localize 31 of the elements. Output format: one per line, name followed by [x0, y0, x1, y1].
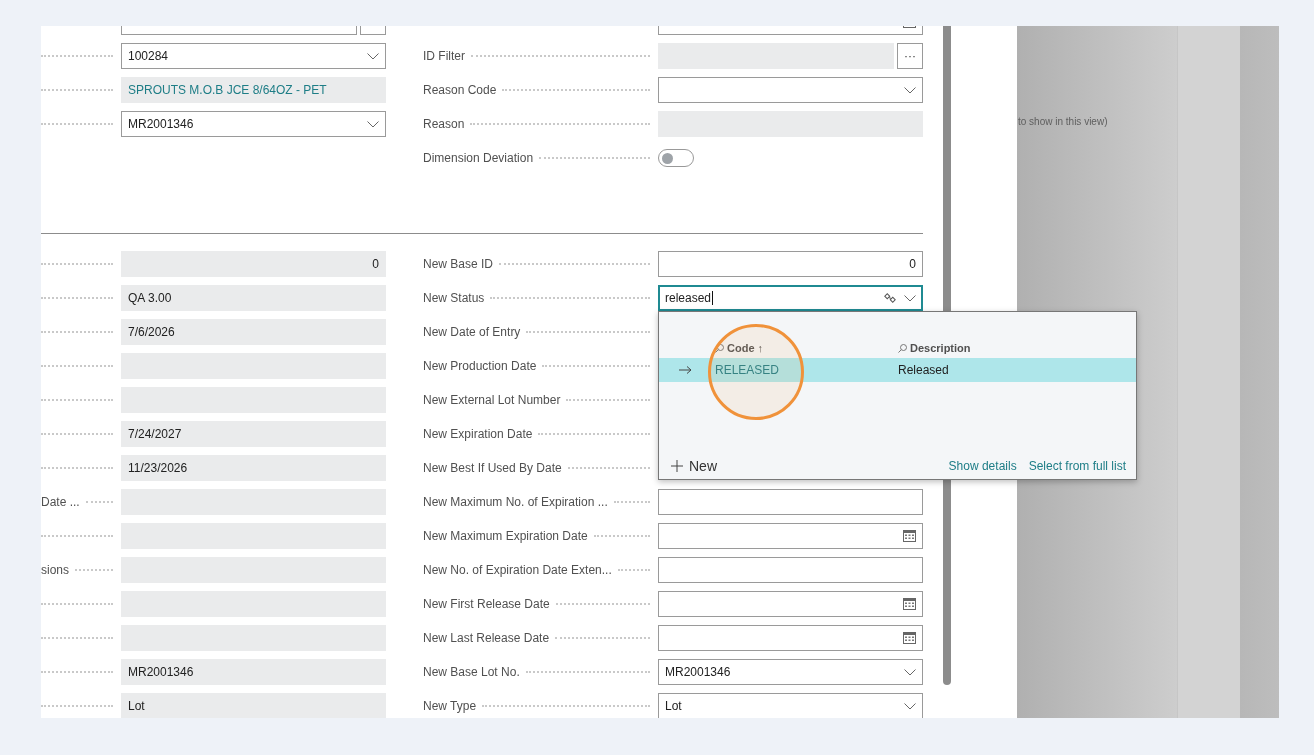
field-label: New Base Lot No. [423, 665, 520, 679]
field-label: Date ... [41, 495, 80, 509]
read-only-field: QA 3.00 [121, 285, 386, 311]
read-only-field: 7/6/2026 [121, 319, 386, 345]
field-label: Reason [423, 117, 465, 131]
field-label: New Date of Entry [423, 325, 521, 339]
read-only-field: 11/23/2026 [121, 455, 386, 481]
field-label: New Type [423, 699, 477, 713]
field-label: New First Release Date [423, 597, 550, 611]
field-label: New Last Release Date [423, 631, 550, 645]
field-label: ID Filter [423, 49, 465, 63]
field-label: New External Lot Number [423, 393, 561, 407]
field-label: New Maximum Expiration Date [423, 529, 588, 543]
lookup-cell-text: RELEASED [715, 363, 781, 377]
field-label: New Production Date [423, 359, 537, 373]
field-label: Reason Code [423, 83, 497, 97]
field-label: New No. of Expiration Date Exten... [423, 563, 612, 577]
field-label: New Expiration Date [423, 427, 533, 441]
field-label: New Base ID [423, 257, 494, 271]
read-only-field: MR2001346 [121, 659, 386, 685]
field-label: New Status [423, 291, 485, 305]
field-label: New Maximum No. of Expiration ... [423, 495, 608, 509]
field-label: Dimension Deviation [423, 151, 534, 165]
lookup-cell-text: Released [898, 363, 950, 377]
empty-view-message: to show in this view) [1018, 116, 1109, 127]
field-label: sions [41, 563, 69, 577]
read-only-field: 7/24/2027 [121, 421, 386, 447]
read-only-field: SPROUTS M.O.B JCE 8/64OZ - PET [121, 77, 386, 103]
read-only-field: Lot [121, 693, 386, 718]
read-only-field: 0 [121, 251, 386, 277]
field-label: New Best If Used By Date [423, 461, 562, 475]
